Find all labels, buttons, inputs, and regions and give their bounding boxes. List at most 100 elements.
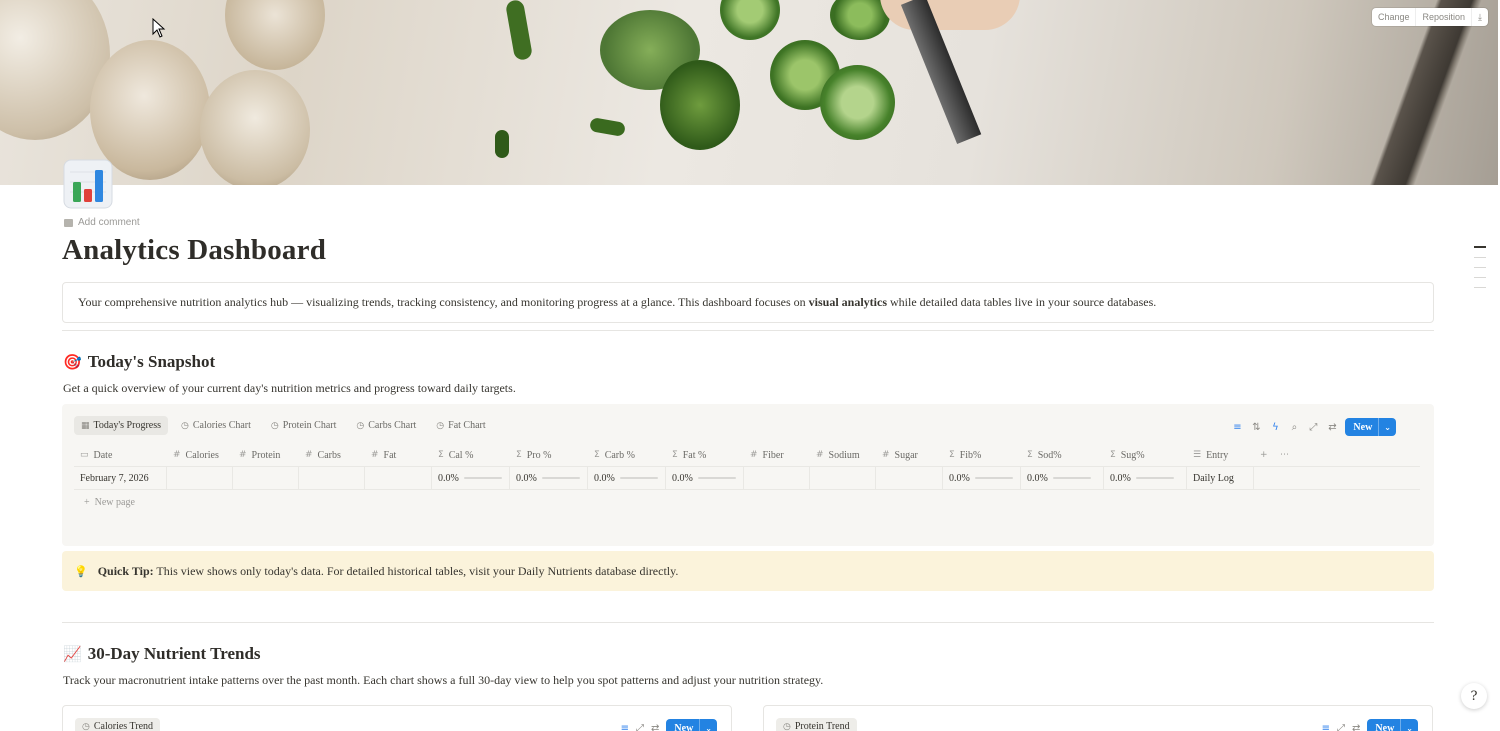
snapshot-heading[interactable]: 🎯 Today's Snapshot: [63, 352, 215, 372]
column-header-cal-pct[interactable]: Σ Cal %: [432, 444, 510, 466]
quick-tip-callout[interactable]: 💡 Quick Tip: This view shows only today'…: [62, 551, 1434, 591]
settings-icon[interactable]: ⇄: [1326, 422, 1338, 433]
column-header-entry[interactable]: ☰ Entry: [1187, 444, 1254, 466]
expand-icon[interactable]: ⤢: [1307, 422, 1319, 433]
mushroom-slice: [225, 0, 325, 70]
entry-cell[interactable]: Daily Log: [1187, 467, 1254, 489]
toc-line[interactable]: [1474, 246, 1486, 248]
filter-icon[interactable]: ≡: [1231, 422, 1243, 433]
toc-line[interactable]: [1474, 277, 1486, 278]
toc-line[interactable]: [1474, 287, 1486, 288]
trends-description[interactable]: Track your macronutrient intake patterns…: [63, 673, 823, 688]
column-label: Date: [93, 449, 113, 461]
add-comment-button[interactable]: Add comment: [64, 217, 140, 228]
download-cover-button[interactable]: ⤓: [1472, 8, 1488, 26]
protein-cell[interactable]: [233, 467, 299, 489]
column-header-sod-pct[interactable]: Σ Sod%: [1021, 444, 1104, 466]
expand-icon[interactable]: ⤢: [1337, 723, 1345, 731]
chevron-down-icon[interactable]: ⌄: [699, 719, 717, 731]
tab-carbs-chart[interactable]: ◷ Carbs Chart: [349, 416, 423, 435]
new-entry-button[interactable]: New ⌄: [1367, 719, 1418, 731]
chevron-down-icon[interactable]: ⌄: [1378, 418, 1396, 436]
new-entry-button[interactable]: New ⌄: [666, 719, 717, 731]
column-header-protein[interactable]: # Protein: [233, 444, 299, 466]
pro-pct-cell[interactable]: 0.0%: [510, 467, 588, 489]
column-header-carb-pct[interactable]: Σ Carb %: [588, 444, 666, 466]
table-of-contents-minimap[interactable]: [1474, 246, 1486, 297]
pepper-strip: [504, 0, 534, 62]
sugar-cell[interactable]: [876, 467, 943, 489]
table-row[interactable]: February 7, 2026 0.0% 0.0% 0.0% 0.0% 0.0…: [74, 467, 1420, 490]
help-button[interactable]: ?: [1461, 683, 1487, 709]
column-header-sug-pct[interactable]: Σ Sug%: [1104, 444, 1187, 466]
column-header-fiber[interactable]: # Fiber: [744, 444, 810, 466]
cal-pct-cell[interactable]: 0.0%: [432, 467, 510, 489]
page-title[interactable]: Analytics Dashboard: [62, 234, 326, 267]
calories-cell[interactable]: [167, 467, 233, 489]
column-label: Sod%: [1037, 449, 1062, 461]
progress-bar: [1052, 477, 1091, 479]
tab-fat-chart[interactable]: ◷ Fat Chart: [429, 416, 492, 435]
bar-chart-page-icon[interactable]: [62, 158, 114, 210]
fib-pct-value: 0.0%: [949, 472, 970, 484]
progress-bar: [463, 477, 502, 479]
carb-pct-cell[interactable]: 0.0%: [588, 467, 666, 489]
reposition-cover-button[interactable]: Reposition: [1416, 8, 1473, 26]
intro-text: Your comprehensive nutrition analytics h…: [78, 295, 809, 309]
column-header-fat-pct[interactable]: Σ Fat %: [666, 444, 744, 466]
column-label: Carbs: [317, 449, 341, 461]
column-header-date[interactable]: ▭ Date: [74, 444, 167, 466]
snapshot-description[interactable]: Get a quick overview of your current day…: [63, 381, 516, 396]
column-header-sugar[interactable]: # Sugar: [876, 444, 943, 466]
sort-icon[interactable]: ⇅: [1250, 422, 1262, 433]
number-icon: #: [371, 450, 379, 460]
tab-calories-trend[interactable]: ◷ Calories Trend: [75, 718, 161, 731]
toc-line[interactable]: [1474, 257, 1486, 258]
column-label: Sugar: [894, 449, 918, 461]
sug-pct-cell[interactable]: 0.0%: [1104, 467, 1187, 489]
mushroom-slice: [200, 70, 310, 185]
tab-protein-trend[interactable]: ◷ Protein Trend: [776, 718, 857, 731]
column-header-calories[interactable]: # Calories: [167, 444, 233, 466]
sodium-cell[interactable]: [810, 467, 876, 489]
column-header-fat[interactable]: # Fat: [365, 444, 432, 466]
tip-label: Quick Tip:: [97, 563, 154, 578]
column-header-pro-pct[interactable]: Σ Pro %: [510, 444, 588, 466]
change-cover-button[interactable]: Change: [1372, 8, 1417, 26]
settings-icon[interactable]: ⇄: [1352, 723, 1360, 731]
column-header-fib-pct[interactable]: Σ Fib%: [943, 444, 1021, 466]
tab-todays-progress[interactable]: ▦ Today's Progress: [74, 416, 169, 435]
sod-pct-cell[interactable]: 0.0%: [1021, 467, 1104, 489]
add-column-button[interactable]: +: [1254, 444, 1274, 466]
fat-pct-cell[interactable]: 0.0%: [666, 467, 744, 489]
filter-icon[interactable]: ≡: [621, 723, 629, 731]
intro-block[interactable]: Your comprehensive nutrition analytics h…: [62, 282, 1434, 323]
chevron-down-icon[interactable]: ⌄: [1400, 719, 1418, 731]
automation-icon[interactable]: ϟ: [1269, 422, 1281, 433]
expand-icon[interactable]: ⤢: [636, 723, 644, 731]
tab-protein-chart[interactable]: ◷ Protein Chart: [264, 416, 343, 435]
new-page-button[interactable]: + New page: [84, 497, 135, 508]
fat-cell[interactable]: [365, 467, 432, 489]
carbs-cell[interactable]: [299, 467, 365, 489]
tab-calories-chart[interactable]: ◷ Calories Chart: [174, 416, 258, 435]
formula-icon: Σ: [1027, 450, 1033, 460]
trends-heading[interactable]: 📈 30-Day Nutrient Trends: [63, 644, 261, 664]
toc-line[interactable]: [1474, 267, 1486, 268]
formula-icon: Σ: [672, 450, 678, 460]
fiber-cell[interactable]: [744, 467, 810, 489]
date-cell[interactable]: February 7, 2026: [74, 467, 167, 489]
settings-icon[interactable]: ⇄: [651, 723, 659, 731]
column-header-carbs[interactable]: # Carbs: [299, 444, 365, 466]
progress-bar: [541, 477, 580, 479]
column-label: Fiber: [762, 449, 784, 461]
search-icon[interactable]: ⌕: [1288, 422, 1300, 433]
cover-image: Change Reposition ⤓: [0, 0, 1498, 185]
column-header-sodium[interactable]: # Sodium: [810, 444, 876, 466]
new-entry-button[interactable]: New ⌄: [1345, 418, 1396, 436]
database-toolbar: ≡ ⇅ ϟ ⌕ ⤢ ⇄ New ⌄: [1231, 418, 1396, 436]
filter-icon[interactable]: ≡: [1322, 723, 1330, 731]
cal-pct-value: 0.0%: [438, 472, 459, 484]
more-options-button[interactable]: ⋯: [1274, 444, 1294, 466]
fib-pct-cell[interactable]: 0.0%: [943, 467, 1021, 489]
